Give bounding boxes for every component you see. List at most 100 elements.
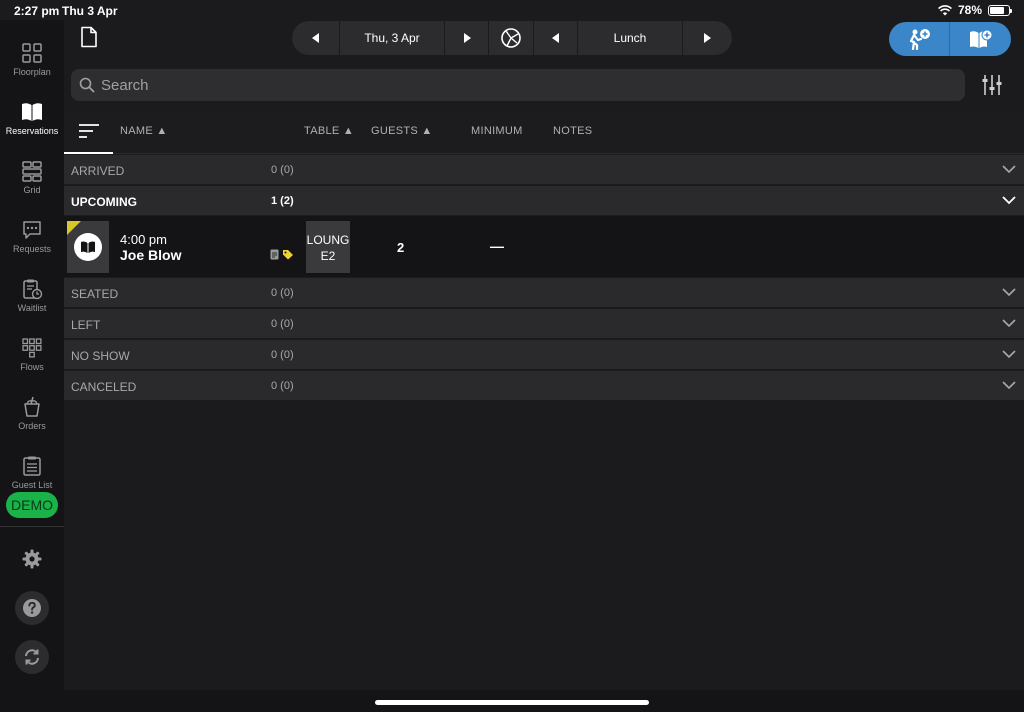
help-button[interactable] xyxy=(15,591,49,625)
caret-right-icon xyxy=(703,33,711,43)
sidebar-divider xyxy=(0,526,64,527)
column-minimum[interactable]: MINIMUM xyxy=(471,125,523,137)
column-notes[interactable]: NOTES xyxy=(553,125,592,137)
prev-shift-button[interactable] xyxy=(534,21,578,55)
column-name-label: NAME xyxy=(120,125,153,137)
search-icon xyxy=(79,77,95,93)
group-seated[interactable]: SEATED 0 (0) xyxy=(64,278,1024,308)
chevron-down-icon xyxy=(1002,350,1016,359)
next-date-button[interactable] xyxy=(445,21,489,55)
chevron-down-icon xyxy=(1002,319,1016,328)
table-id: E2 xyxy=(320,249,336,263)
sidebar-item-orders[interactable]: Orders xyxy=(0,394,64,450)
group-no-show[interactable]: NO SHOW 0 (0) xyxy=(64,340,1024,370)
group-count: 0 (0) xyxy=(271,349,294,361)
search-bar xyxy=(71,69,965,101)
sort-lines-icon xyxy=(78,124,99,138)
group-name: UPCOMING xyxy=(71,195,137,209)
search-input[interactable] xyxy=(101,76,901,94)
reservation-time: 4:00 pm xyxy=(120,232,167,247)
sidebar-item-reservations[interactable]: Reservations xyxy=(0,99,64,155)
group-arrived[interactable]: ARRIVED 0 (0) xyxy=(64,155,1024,185)
table-chip: LOUNG E2 xyxy=(306,221,350,273)
sidebar-item-flows[interactable]: Flows xyxy=(0,335,64,391)
sidebar-item-label: Guest List xyxy=(11,480,53,490)
status-date: Thu 3 Apr xyxy=(62,4,118,18)
settings-button[interactable] xyxy=(21,548,43,575)
sidebar-item-floorplan[interactable]: Floorplan xyxy=(0,40,64,96)
sort-up-icon: ▲ xyxy=(342,125,355,137)
prev-date-button[interactable] xyxy=(292,21,340,55)
filter-button[interactable] xyxy=(980,73,1004,102)
chevron-down-icon xyxy=(1002,381,1016,390)
quick-actions xyxy=(889,22,1011,56)
sidebar-item-grid[interactable]: Grid xyxy=(0,158,64,214)
sidebar-item-label: Reservations xyxy=(5,126,59,136)
guest-name: Joe Blow xyxy=(120,247,182,263)
book-add-icon xyxy=(969,29,992,48)
group-canceled[interactable]: CANCELED 0 (0) xyxy=(64,371,1024,401)
group-count: 0 (0) xyxy=(271,287,294,299)
shift-wheel-icon xyxy=(501,28,521,48)
sidebar-item-label: Orders xyxy=(18,421,46,431)
column-name[interactable]: NAME ▲ xyxy=(120,125,168,137)
battery-percent: 78% xyxy=(957,3,982,17)
table-area: LOUNG xyxy=(306,233,350,247)
group-left[interactable]: LEFT 0 (0) xyxy=(64,309,1024,339)
group-count: 0 (0) xyxy=(271,380,294,392)
chevron-down-icon xyxy=(1002,288,1016,297)
home-indicator[interactable] xyxy=(375,700,649,705)
sidebar-item-label: Requests xyxy=(12,244,52,254)
column-table[interactable]: TABLE ▲ xyxy=(304,125,354,137)
walk-in-add-icon xyxy=(909,29,930,50)
add-walk-in-button[interactable] xyxy=(889,22,950,56)
date-shift-selector: Thu, 3 Apr Lunch xyxy=(292,21,732,55)
flows-icon xyxy=(22,338,42,358)
sidebar-item-label: Flows xyxy=(20,362,44,372)
guest-count: 2 xyxy=(397,240,405,255)
document-icon xyxy=(81,26,97,48)
sliders-icon xyxy=(982,75,1002,95)
group-count: 0 (0) xyxy=(271,318,294,330)
status-time: 2:27 pm xyxy=(14,4,60,18)
notes-button[interactable] xyxy=(80,26,98,53)
reservation-status-tile xyxy=(67,221,109,273)
clipboard-clock-icon xyxy=(23,279,43,300)
chevron-down-icon xyxy=(1002,165,1016,174)
caret-left-icon xyxy=(551,33,559,43)
flag-marker xyxy=(67,221,81,235)
sidebar-item-label: Grid xyxy=(23,185,41,195)
shift-button[interactable]: Lunch xyxy=(578,21,683,55)
minimum-spend: — xyxy=(490,238,504,254)
column-guests[interactable]: GUESTS ▲ xyxy=(371,125,433,137)
note-icon xyxy=(270,249,279,260)
status-bar: 2:27 pm Thu 3 Apr 78% xyxy=(0,0,1024,20)
reservation-row[interactable]: 4:00 pm Joe Blow LOUNG E2 2 — xyxy=(64,216,1024,277)
help-icon xyxy=(23,599,41,617)
group-name: LEFT xyxy=(71,318,101,332)
shift-overview-button[interactable] xyxy=(489,21,534,55)
column-guests-label: GUESTS xyxy=(371,125,419,137)
sidebar-item-waitlist[interactable]: Waitlist xyxy=(0,276,64,332)
sync-button[interactable] xyxy=(15,640,49,674)
column-header-row: NAME ▲ TABLE ▲ GUESTS ▲ MINIMUM NOTES xyxy=(64,110,1024,154)
chat-icon xyxy=(23,221,41,239)
battery-icon xyxy=(988,4,1012,16)
group-name: CANCELED xyxy=(71,380,137,394)
wifi-icon xyxy=(938,4,952,15)
list-icon xyxy=(23,456,41,476)
group-count: 0 (0) xyxy=(271,164,294,176)
booked-icon xyxy=(74,233,102,261)
group-name: SEATED xyxy=(71,287,119,301)
group-name: ARRIVED xyxy=(71,164,125,178)
sort-menu-button[interactable] xyxy=(64,110,113,154)
add-reservation-button[interactable] xyxy=(950,22,1011,56)
caret-right-icon xyxy=(463,33,471,43)
sidebar-item-requests[interactable]: Requests xyxy=(0,217,64,273)
date-button[interactable]: Thu, 3 Apr xyxy=(340,21,445,55)
sort-up-icon: ▲ xyxy=(156,125,168,137)
top-toolbar: Thu, 3 Apr Lunch xyxy=(64,20,1024,62)
group-upcoming[interactable]: UPCOMING 1 (2) xyxy=(64,186,1024,216)
next-shift-button[interactable] xyxy=(683,21,730,55)
gear-icon xyxy=(22,549,42,569)
